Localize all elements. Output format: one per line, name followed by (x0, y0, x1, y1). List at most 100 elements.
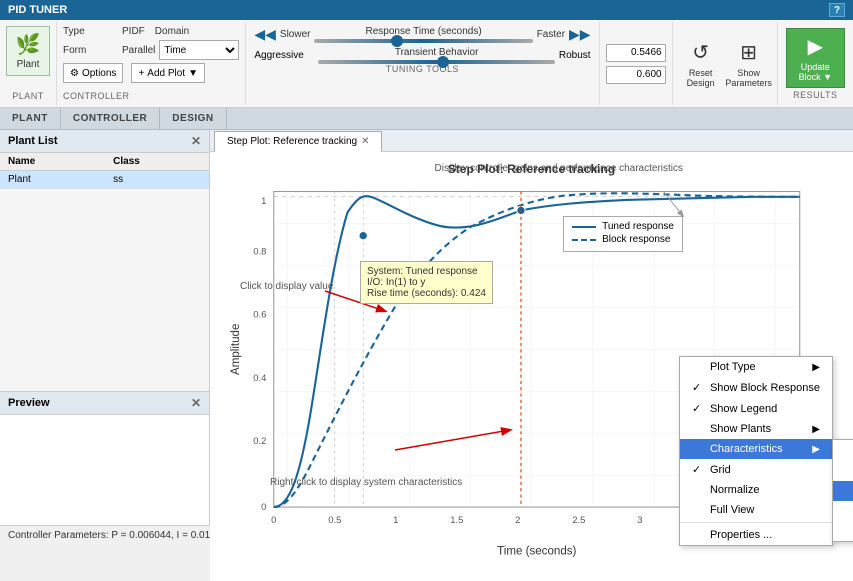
legend-dashed-line (572, 239, 596, 241)
svg-text:1: 1 (261, 196, 266, 207)
ctx-settling-time[interactable]: Settling Time (833, 481, 853, 501)
svg-text:0: 0 (261, 502, 266, 513)
faster-label: Faster (537, 29, 565, 40)
ctx-plot-type[interactable]: Plot Type ▶ (680, 357, 832, 377)
ctx-show-plants[interactable]: Show Plants ▶ (680, 419, 832, 439)
tuning-tools-label: TUNING TOOLS (254, 64, 590, 74)
left-arrows-icon: ◀◀ (254, 26, 276, 43)
response-time-label: Response Time (seconds) (314, 26, 532, 37)
ctx-show-block[interactable]: ✓ Show Block Response (680, 377, 832, 398)
slower-label: Slower (280, 29, 311, 40)
ctx-grid-label: Grid (710, 464, 731, 476)
section-plant: PLANT (0, 108, 61, 129)
preview-header: Preview ✕ (0, 392, 209, 415)
right-arrows-icon: ▶▶ (569, 26, 591, 43)
class-column-header: Class (105, 153, 209, 171)
show-parameters-button[interactable]: ⊞ Show Parameters (727, 29, 771, 99)
ctx-show-plants-arrow: ▶ (812, 424, 820, 435)
section-bar: PLANT CONTROLLER DESIGN (0, 108, 853, 130)
results-section: ▶ UpdateBlock ▼ RESULTS (778, 22, 853, 105)
plant-button[interactable]: 🌿 Plant (6, 26, 50, 76)
svg-text:3: 3 (637, 515, 642, 526)
ctx-rise-time[interactable]: ✓ Rise Time (833, 460, 853, 481)
section-design: DESIGN (160, 108, 226, 129)
type-label: Type (63, 26, 118, 37)
title-bar: PID TUNER ? (0, 0, 853, 20)
update-icon: ▶ (808, 34, 823, 59)
response-time-slider[interactable] (314, 39, 532, 43)
robust-label: Robust (559, 50, 591, 61)
ctx-properties[interactable]: Properties ... (680, 525, 832, 545)
svg-text:0.8: 0.8 (253, 247, 266, 258)
tab-step-plot[interactable]: Step Plot: Reference tracking ✕ (214, 131, 382, 152)
ctx-normalize[interactable]: Normalize (680, 480, 832, 500)
numeric-input-2[interactable] (606, 66, 666, 84)
controller-section-label: CONTROLLER (63, 89, 239, 101)
form-value: Parallel (122, 45, 155, 56)
app-title: PID TUNER (8, 4, 67, 16)
main-content: Plant List ✕ Name Class Plantss Preview … (0, 130, 853, 525)
tooltip-line2: I/O: In(1) to y (367, 277, 486, 288)
click-annotation: Click to display value (240, 281, 333, 292)
results-label: RESULTS (793, 88, 837, 100)
ctx-show-plants-label: Show Plants (710, 423, 771, 435)
ctx-grid[interactable]: ✓ Grid (680, 459, 832, 480)
ctx-separator (680, 522, 832, 523)
preview-close[interactable]: ✕ (191, 396, 201, 410)
form-label: Form (63, 45, 118, 56)
tab-close-button[interactable]: ✕ (361, 136, 369, 147)
ctx-rise-time-check: ✓ (845, 464, 853, 477)
gain-annotation: Display controller gains and performance… (435, 162, 683, 176)
ctx-show-legend-check: ✓ (692, 402, 704, 415)
transient-behavior-label: Transient Behavior (318, 47, 555, 58)
plant-class-cell: ss (105, 171, 209, 189)
legend-block: Block response (572, 234, 674, 245)
transient-thumb[interactable] (437, 56, 449, 68)
preview-title: Preview (8, 397, 50, 409)
ctx-transient-time[interactable]: Transient Time (833, 501, 853, 521)
update-block-button[interactable]: ▶ UpdateBlock ▼ (786, 28, 845, 88)
svg-text:0.5: 0.5 (328, 515, 341, 526)
ctx-plot-type-label: Plot Type (710, 361, 756, 373)
ctx-peak-response[interactable]: Peak Response (833, 440, 853, 460)
help-button[interactable]: ? (829, 3, 845, 17)
ctx-show-legend[interactable]: ✓ Show Legend (680, 398, 832, 419)
add-plot-button[interactable]: + Add Plot ▼ (131, 63, 205, 83)
numeric-inputs-area (600, 22, 673, 105)
data-tooltip: System: Tuned response I/O: In(1) to y R… (360, 261, 493, 304)
ctx-grid-check: ✓ (692, 463, 704, 476)
options-icon: ⚙ (70, 68, 79, 79)
time-select[interactable]: Time (159, 40, 239, 60)
plant-icon: 🌿 (16, 32, 41, 57)
plot-svg-container[interactable]: Time (seconds) Amplitude 0 0.5 1 1.5 2 2… (220, 181, 843, 560)
slider-thumb[interactable] (391, 35, 403, 47)
ctx-characteristics-label: Characteristics (710, 443, 783, 455)
plot-area: Step Plot: Reference tracking Display co… (210, 152, 853, 581)
ctx-full-view-label: Full View (710, 504, 754, 516)
ribbon-icon-buttons: ↺ Reset Design ⊞ Show Parameters (673, 22, 778, 105)
transient-slider[interactable] (318, 60, 555, 64)
rightclick-annotation: Right-click to display system characteri… (270, 476, 462, 490)
ribbon-controller-section: Type PIDF Domain Form Parallel Time ⚙ Op… (57, 22, 246, 105)
plant-list-row[interactable]: Plantss (0, 171, 209, 189)
ctx-characteristics[interactable]: Characteristics ▶ Peak Response ✓ Rise T… (680, 439, 832, 459)
left-panel: Plant List ✕ Name Class Plantss Preview … (0, 130, 210, 525)
ctx-steady-state[interactable]: Steady State (833, 521, 853, 541)
form-row: Form Parallel Time (63, 40, 239, 60)
tooltip-line1: System: Tuned response (367, 266, 486, 277)
domain-label: Domain (155, 26, 210, 37)
ctx-full-view[interactable]: Full View (680, 500, 832, 520)
tabs-bar: Step Plot: Reference tracking ✕ (210, 130, 853, 152)
options-button[interactable]: ⚙ Options (63, 63, 123, 83)
svg-text:0.2: 0.2 (253, 436, 266, 447)
numeric-input-1[interactable] (606, 44, 666, 62)
right-content: Step Plot: Reference tracking ✕ Step Plo… (210, 130, 853, 525)
type-value: PIDF (122, 26, 145, 37)
ribbon: 🌿 Plant PLANT Type PIDF Domain Form Para… (0, 20, 853, 108)
svg-text:0.4: 0.4 (253, 373, 266, 384)
reset-design-button[interactable]: ↺ Reset Design (679, 29, 723, 99)
reset-design-label: Reset Design (680, 68, 722, 88)
plant-list-close[interactable]: ✕ (191, 134, 201, 148)
ctx-properties-label: Properties ... (710, 529, 772, 541)
preview-body (0, 415, 209, 525)
